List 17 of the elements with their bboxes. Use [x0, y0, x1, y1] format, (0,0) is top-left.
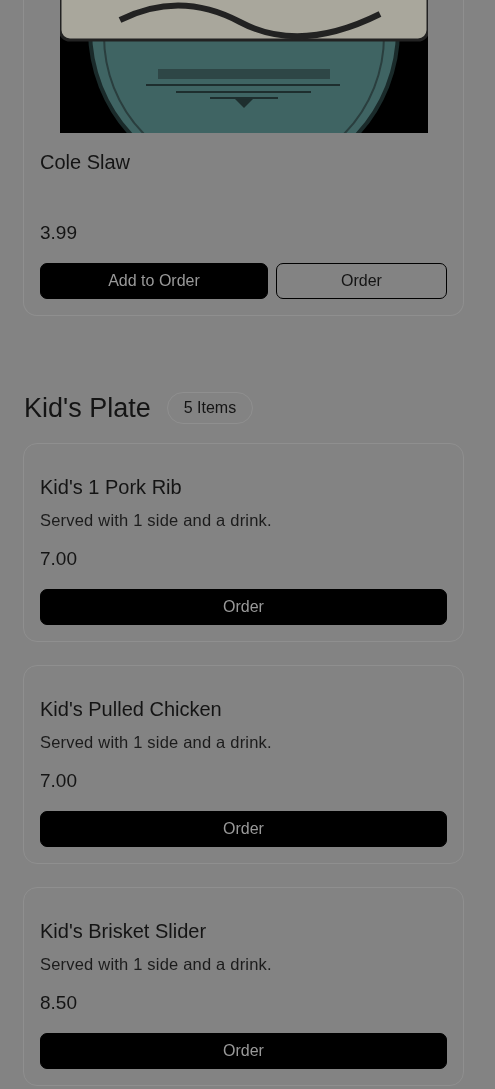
- item-name: Kid's 1 Pork Rib: [40, 476, 183, 499]
- order-button[interactable]: Order: [276, 263, 447, 299]
- item-price: 8.50: [40, 992, 78, 1014]
- section-title: Kid's Plate: [24, 392, 151, 424]
- item-description: Served with 1 side and a drink.: [40, 955, 273, 974]
- item-name: Kid's Brisket Slider: [40, 920, 208, 943]
- item-description: Served with 1 side and a drink.: [40, 733, 273, 752]
- item-price: 7.00: [40, 548, 78, 570]
- order-button[interactable]: Order: [40, 589, 447, 625]
- item-price: 3.99: [40, 222, 78, 244]
- item-name: Cole Slaw: [40, 151, 132, 174]
- order-button[interactable]: Add to Order: [40, 263, 268, 299]
- item-name: Kid's Pulled Chicken: [40, 698, 223, 721]
- order-button[interactable]: Order: [40, 1033, 447, 1069]
- order-button[interactable]: Order: [40, 811, 447, 847]
- item-description: Served with 1 side and a drink.: [40, 511, 273, 530]
- item-price: 7.00: [40, 770, 78, 792]
